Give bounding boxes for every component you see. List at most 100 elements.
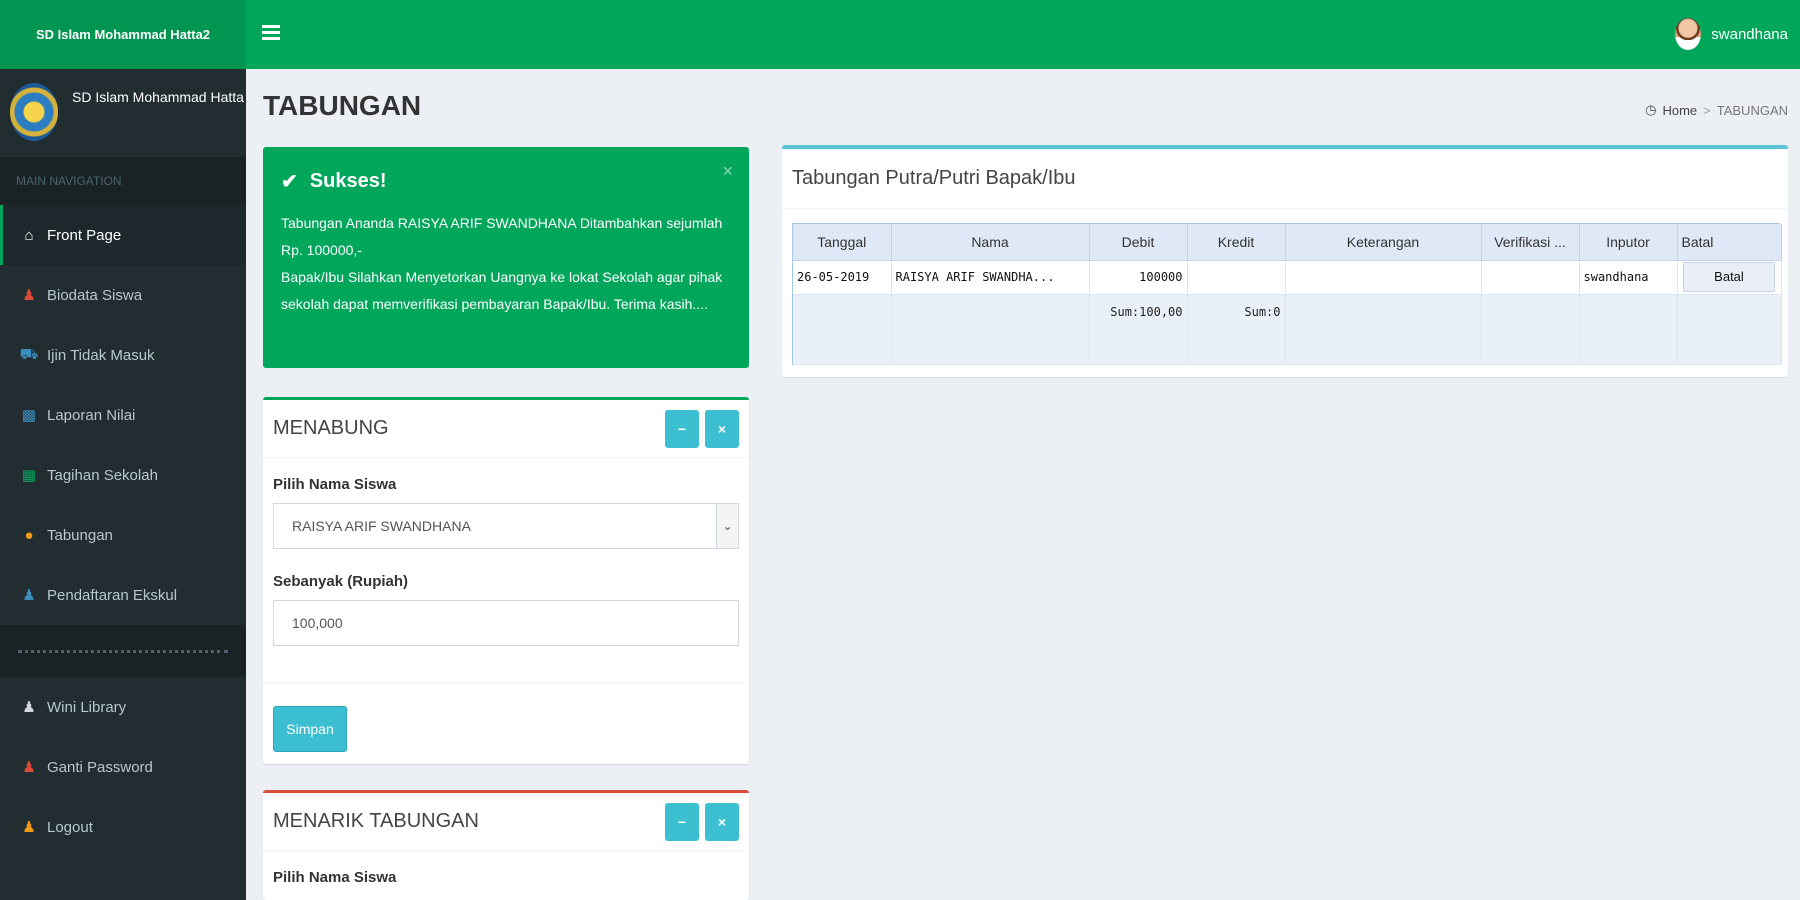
sidebar-item-ganti-password[interactable]: ♟ Ganti Password xyxy=(0,737,246,797)
car-icon: ⛟ xyxy=(19,345,39,363)
tabungan-grid: Tanggal Nama Debit Kredit Keterangan Ver… xyxy=(792,223,1782,365)
summary-cell xyxy=(1285,294,1482,365)
sidebar-item-label: Tagihan Sekolah xyxy=(47,466,158,484)
cancel-button[interactable]: Batal xyxy=(1683,262,1775,292)
column-header[interactable]: Kredit xyxy=(1187,224,1286,261)
table-row[interactable]: 26-05-2019 RAISYA ARIF SWANDHA... 100000… xyxy=(793,260,1782,295)
user-menu[interactable]: swandhana xyxy=(1675,18,1788,50)
brand-name: SD Islam Mohammad Hatta2 xyxy=(72,89,244,105)
sidebar-item-label: Ijin Tidak Masuk xyxy=(47,346,155,364)
column-header[interactable]: Verifikasi ... xyxy=(1481,224,1580,261)
user-icon: ♟ xyxy=(22,759,36,776)
check-icon: ✔ xyxy=(281,171,298,193)
summary-row: Sum:100,00 Sum:0 xyxy=(793,294,1782,365)
sidebar-divider xyxy=(0,625,246,677)
app-logo[interactable]: SD Islam Mohammad Hatta2 xyxy=(0,0,246,69)
chevron-down-icon: ⌄ xyxy=(716,504,738,548)
cell-kredit xyxy=(1187,260,1286,295)
sidebar-item-label: Laporan Nilai xyxy=(47,406,136,424)
withdraw-student-label: Pilih Nama Siswa xyxy=(273,869,397,886)
close-button[interactable]: × xyxy=(705,803,739,841)
amount-field[interactable] xyxy=(273,600,739,646)
menarik-tabungan-box: MENARIK TABUNGAN − × Pilih Nama Siswa xyxy=(263,790,749,900)
tabungan-grid-box: Tabungan Putra/Putri Bapak/Ibu Tanggal N… xyxy=(782,145,1788,377)
sidebar-brand: SD Islam Mohammad Hatta2 xyxy=(0,69,246,157)
sidebar-item-ijin-tidak-masuk[interactable]: ⛟ Ijin Tidak Masuk xyxy=(0,325,246,385)
sidebar-item-label: Pendaftaran Ekskul xyxy=(47,586,178,604)
column-header[interactable]: Debit xyxy=(1089,224,1188,261)
sidebar-item-label: Wini Library xyxy=(47,698,127,716)
summary-cell xyxy=(1677,294,1782,365)
sidebar-item-label: Ganti Password xyxy=(47,758,153,776)
summary-cell xyxy=(891,294,1090,365)
column-header[interactable]: Nama xyxy=(891,224,1090,261)
users-icon: ♟ xyxy=(22,699,36,716)
cell-nama: RAISYA ARIF SWANDHA... xyxy=(891,260,1090,295)
username: swandhana xyxy=(1711,25,1788,43)
user-icon: ♟ xyxy=(22,287,36,304)
summary-cell xyxy=(1481,294,1580,365)
cell-verifikasi xyxy=(1481,260,1580,295)
sidebar-item-label: Logout xyxy=(47,818,93,836)
close-button[interactable]: × xyxy=(705,410,739,448)
summary-cell xyxy=(1579,294,1678,365)
dashboard-icon: ◷ xyxy=(1645,102,1657,117)
column-header[interactable]: Keterangan xyxy=(1285,224,1482,261)
cell-debit: 100000 xyxy=(1089,260,1188,295)
sidebar-item-logout[interactable]: ♟ Logout xyxy=(0,797,246,857)
home-icon: ⌂ xyxy=(24,226,34,244)
cell-inputor: swandhana xyxy=(1579,260,1678,295)
coin-icon: ● xyxy=(24,526,34,544)
minimize-button[interactable]: − xyxy=(665,803,699,841)
column-header[interactable]: Tanggal xyxy=(793,224,892,261)
sidebar-item-label: Biodata Siswa xyxy=(47,286,143,304)
sidebar-item-pendaftaran-ekskul[interactable]: ♟ Pendaftaran Ekskul xyxy=(0,565,246,625)
sidebar-item-label: Tabungan xyxy=(47,526,113,544)
sidebar-item-label: Front Page xyxy=(47,226,122,244)
column-header[interactable]: Batal xyxy=(1677,224,1782,261)
student-select-value: RAISYA ARIF SWANDHANA xyxy=(292,518,471,534)
alert-title-text: Sukses! xyxy=(309,170,387,192)
menarik-tools: − × xyxy=(665,803,739,841)
amount-label: Sebanyak (Rupiah) xyxy=(273,573,409,590)
sidebar-item-wini-library[interactable]: ♟ Wini Library xyxy=(0,677,246,737)
summary-cell xyxy=(793,294,892,365)
user-icon: ♟ xyxy=(22,587,36,604)
grid-title: Tabungan Putra/Putri Bapak/Ibu xyxy=(782,149,1788,209)
alert-message-line2: Bapak/Ibu Silahkan Menyetorkan Uangnya k… xyxy=(281,269,723,312)
avatar xyxy=(1675,18,1702,50)
sidebar: SD Islam Mohammad Hatta2 MAIN NAVIGATION… xyxy=(0,69,246,900)
grid-header-row: Tanggal Nama Debit Kredit Keterangan Ver… xyxy=(793,224,1782,261)
breadcrumb-current: TABUNGAN xyxy=(1716,102,1788,118)
sidebar-item-tabungan[interactable]: ● Tabungan xyxy=(0,505,246,565)
summary-debit: Sum:100,00 xyxy=(1089,294,1188,365)
breadcrumb-home[interactable]: Home xyxy=(1662,103,1697,118)
student-select-label: Pilih Nama Siswa xyxy=(273,476,397,493)
summary-kredit: Sum:0 xyxy=(1187,294,1286,365)
student-select[interactable]: RAISYA ARIF SWANDHANA ⌄ xyxy=(273,503,739,549)
sidebar-item-laporan-nilai[interactable]: ▩ Laporan Nilai xyxy=(0,385,246,445)
nav-header: MAIN NAVIGATION xyxy=(0,157,246,205)
amount-input[interactable] xyxy=(292,615,738,631)
menabung-box: MENABUNG − × Pilih Nama Siswa RAISYA ARI… xyxy=(263,397,749,764)
alert-title: ✔ Sukses! xyxy=(281,169,731,194)
top-navbar: swandhana xyxy=(246,0,1800,69)
sidebar-item-front-page[interactable]: ⌂ Front Page xyxy=(0,205,246,265)
sidebar-toggle-icon[interactable] xyxy=(262,25,280,41)
save-button[interactable]: Simpan xyxy=(273,706,347,752)
success-alert: × ✔ Sukses! Tabungan Ananda RAISYA ARIF … xyxy=(263,147,749,368)
school-seal-icon xyxy=(10,83,58,141)
cell-keterangan xyxy=(1285,260,1482,295)
logo-text: SD Islam Mohammad Hatta2 xyxy=(35,27,211,42)
breadcrumb-separator: > xyxy=(1703,102,1711,118)
money-icon: ▦ xyxy=(21,467,37,484)
column-header[interactable]: Inputor xyxy=(1579,224,1678,261)
user-icon: ♟ xyxy=(22,819,36,836)
menabung-tools: − × xyxy=(665,410,739,448)
sidebar-item-tagihan-sekolah[interactable]: ▦ Tagihan Sekolah xyxy=(0,445,246,505)
breadcrumb: ◷ Home > TABUNGAN xyxy=(1645,102,1788,118)
minimize-button[interactable]: − xyxy=(665,410,699,448)
cell-batal: Batal xyxy=(1677,260,1782,295)
alert-close-button[interactable]: × xyxy=(722,161,733,182)
sidebar-item-biodata-siswa[interactable]: ♟ Biodata Siswa xyxy=(0,265,246,325)
